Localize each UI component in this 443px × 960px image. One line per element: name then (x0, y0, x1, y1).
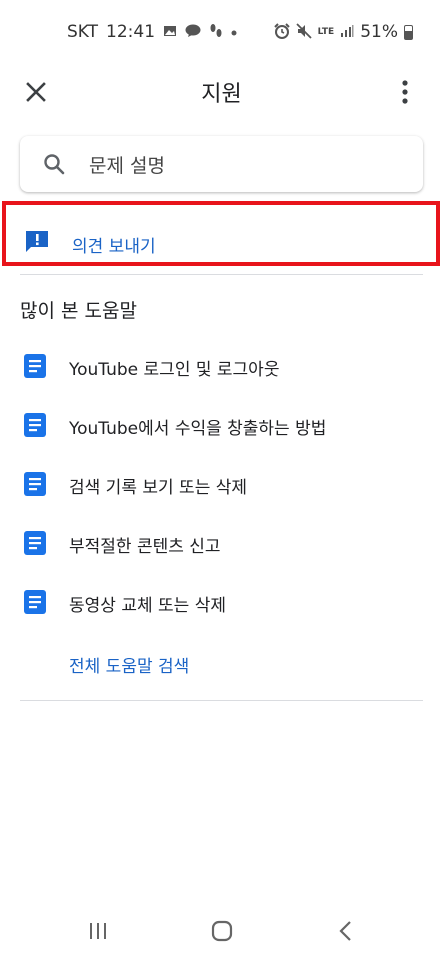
more-vert-icon (402, 80, 408, 104)
help-article-label: 부적절한 콘텐츠 신고 (69, 537, 221, 557)
search-icon (44, 154, 65, 175)
popular-help-title: 많이 본 도움말 (20, 300, 137, 322)
back-button[interactable] (331, 916, 361, 946)
home-button[interactable] (207, 916, 237, 946)
article-icon (24, 354, 46, 378)
search-all-help-link[interactable]: 전체 도움말 검색 (69, 652, 189, 677)
alarm-icon (273, 22, 290, 42)
feedback-icon (26, 231, 48, 252)
status-right: LTE 51% (273, 22, 413, 42)
help-article-label: YouTube에서 수익을 창출하는 방법 (69, 419, 327, 439)
steps-notification-icon (209, 23, 223, 42)
send-feedback-item[interactable]: 의견 보내기 (2, 201, 440, 266)
clock: 12:41 (106, 22, 156, 42)
app-bar: 지원 (0, 64, 443, 120)
more-options-button[interactable] (387, 74, 423, 110)
gallery-notification-icon (163, 24, 177, 41)
search-placeholder: 문제 설명 (89, 155, 165, 177)
article-icon (24, 472, 46, 496)
back-icon (339, 921, 351, 941)
search-box[interactable]: 문제 설명 (20, 136, 423, 192)
help-article-item[interactable]: YouTube에서 수익을 창출하는 방법 (0, 400, 443, 450)
recent-apps-button[interactable] (83, 916, 113, 946)
recent-apps-icon (90, 923, 106, 939)
more-notifications-dot-icon (231, 25, 237, 39)
page-title: 지원 (201, 82, 242, 107)
help-article-label: YouTube 로그인 및 로그아웃 (69, 360, 280, 380)
help-article-label: 검색 기록 보기 또는 삭제 (69, 478, 248, 498)
divider (20, 700, 423, 701)
battery-icon (404, 24, 413, 40)
battery-percentage: 51% (360, 22, 398, 42)
mute-icon (296, 22, 312, 42)
article-icon (24, 413, 46, 437)
home-icon (211, 920, 233, 942)
divider (20, 274, 423, 275)
article-icon (24, 531, 46, 555)
signal-icon (340, 24, 354, 41)
help-article-item[interactable]: YouTube 로그인 및 로그아웃 (0, 341, 443, 391)
system-nav-bar (0, 900, 443, 960)
article-icon (24, 590, 46, 614)
help-article-label: 동영상 교체 또는 삭제 (69, 596, 226, 616)
status-left: SKT 12:41 (67, 22, 237, 42)
lte-label: LTE (317, 26, 335, 37)
help-article-item[interactable]: 검색 기록 보기 또는 삭제 (0, 459, 443, 509)
help-article-item[interactable]: 부적절한 콘텐츠 신고 (0, 518, 443, 568)
chat-notification-icon (185, 24, 201, 41)
carrier-label: SKT (67, 22, 99, 42)
help-article-item[interactable]: 동영상 교체 또는 삭제 (0, 577, 443, 627)
status-bar: SKT 12:41 LTE 51% (0, 0, 443, 64)
send-feedback-label: 의견 보내기 (72, 237, 156, 257)
